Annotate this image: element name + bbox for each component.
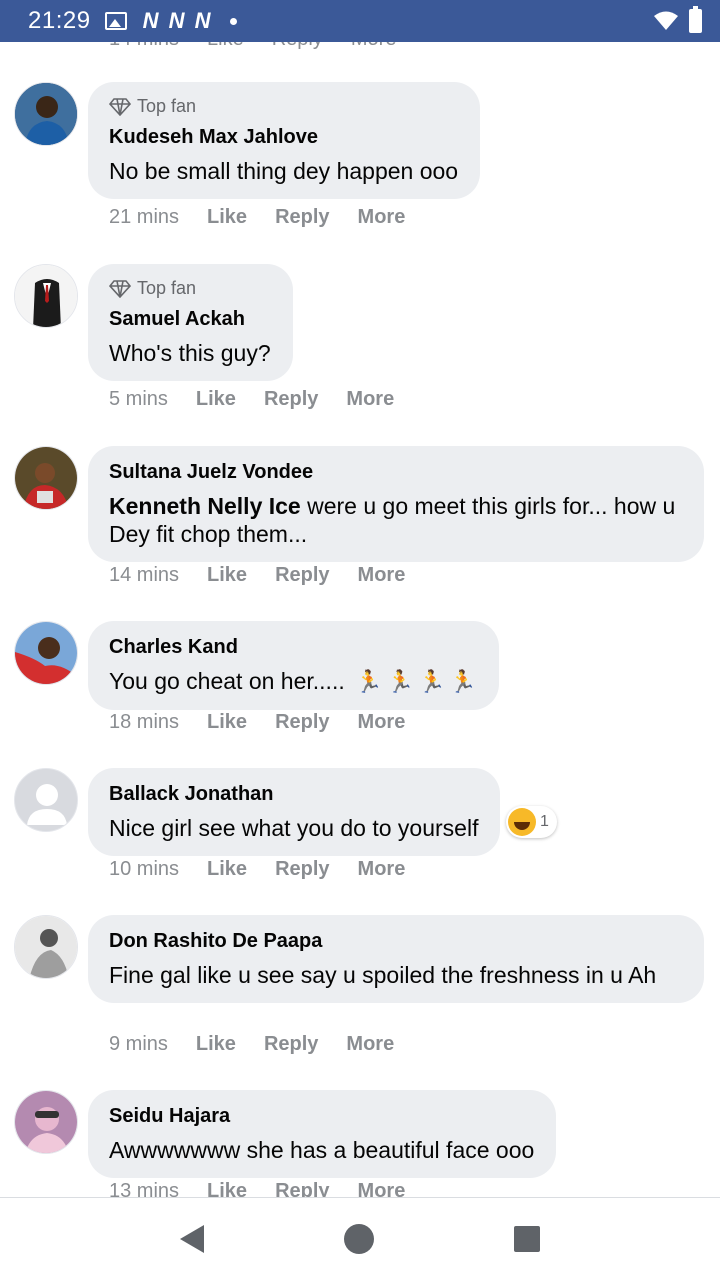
back-icon[interactable] [180, 1225, 204, 1253]
recent-apps-icon[interactable] [514, 1226, 540, 1252]
comment-time: 14 mins [109, 564, 180, 586]
app-notification-icon: N N N [142, 8, 213, 33]
avatar[interactable] [14, 768, 78, 832]
reaction-count: 1 [540, 813, 549, 830]
status-bar: 21:29 N N N [0, 0, 720, 42]
comment-actions: 9 mins Like Reply More [109, 1033, 394, 1056]
battery-icon [689, 6, 702, 33]
avatar[interactable] [14, 1090, 78, 1154]
like-button[interactable]: Like [196, 388, 236, 411]
comment-bubble[interactable]: Don Rashito De Paapa Fine gal like u see… [88, 915, 704, 1003]
diamond-icon [109, 97, 131, 116]
running-emoji-icon: 🏃 [355, 669, 383, 694]
comment-actions: 5 mins Like Reply More [109, 388, 394, 411]
comment-author[interactable]: Sultana Juelz Vondee [109, 460, 682, 484]
like-button[interactable]: Like [207, 42, 244, 51]
diamond-icon [109, 279, 131, 298]
reaction-summary[interactable]: 1 [506, 806, 557, 838]
like-button[interactable]: Like [207, 711, 247, 734]
comment-actions: 13 mins Like Reply More [109, 1180, 405, 1197]
comment-time: 5 mins [109, 388, 168, 410]
comment-bubble[interactable]: Seidu Hajara Awwwwwww she has a beautifu… [88, 1090, 557, 1178]
like-button[interactable]: Like [207, 564, 247, 587]
comment-actions: 18 mins Like Reply More [109, 711, 405, 734]
default-profile-icon [15, 769, 77, 831]
reply-button[interactable]: Reply [275, 1180, 329, 1197]
running-emoji-icon: 🏃 [386, 669, 414, 694]
reply-button[interactable]: Reply [264, 1033, 318, 1056]
comment-time: 9 mins [109, 1033, 168, 1055]
comment-time: 13 mins [109, 1180, 180, 1197]
comment-author[interactable]: Seidu Hajara [109, 1104, 534, 1128]
avatar[interactable] [14, 82, 78, 146]
comment-text: You go cheat on her..... 🏃 🏃 🏃 🏃 [109, 667, 477, 696]
comment-time: 10 mins [109, 858, 180, 880]
running-emoji-icon: 🏃 [417, 669, 446, 694]
top-fan-label: Top fan [137, 278, 197, 298]
comment-bubble[interactable]: Ballack Jonathan Nice girl see what you … [88, 768, 501, 856]
more-button[interactable]: More [358, 564, 406, 587]
comment-actions: 10 mins Like Reply More [109, 858, 405, 881]
more-button[interactable]: More [346, 388, 394, 411]
more-button[interactable]: More [346, 1033, 394, 1056]
top-fan-label: Top fan [137, 96, 197, 116]
haha-reaction-icon [508, 808, 536, 836]
comment-author[interactable]: Samuel Ackah [109, 307, 271, 331]
comment-text-body: You go cheat on her..... [109, 668, 345, 694]
like-button[interactable]: Like [207, 206, 247, 229]
navigation-bar [0, 1197, 720, 1280]
comment-text: Kenneth Nelly Ice were u go meet this gi… [109, 492, 682, 548]
like-button[interactable]: Like [207, 1180, 247, 1197]
more-button[interactable]: More [351, 42, 397, 51]
comment-time: 14 mins [109, 42, 179, 51]
comment-bubble[interactable]: Top fan Samuel Ackah Who's this guy? [88, 264, 293, 381]
comment-author[interactable]: Charles Kand [109, 635, 477, 659]
running-emoji-icon: 🏃 [449, 669, 477, 694]
comment-text: Who's this guy? [109, 340, 271, 366]
comment-author[interactable]: Don Rashito De Paapa [109, 929, 682, 953]
reply-button[interactable]: Reply [275, 564, 329, 587]
notification-icons: N N N [104, 8, 238, 34]
avatar[interactable] [14, 915, 78, 979]
like-button[interactable]: Like [196, 1033, 236, 1056]
home-icon[interactable] [344, 1224, 374, 1254]
reply-button[interactable]: Reply [275, 711, 329, 734]
comment-text: Nice girl see what you do to yourself [109, 815, 479, 841]
comment-bubble[interactable]: Sultana Juelz Vondee Kenneth Nelly Ice w… [88, 446, 704, 562]
wifi-icon [654, 11, 678, 30]
comment-time: 18 mins [109, 711, 180, 733]
comment-actions: 21 mins Like Reply More [109, 206, 405, 229]
more-notifications-dot-icon [230, 17, 238, 25]
comment-text: Fine gal like u see say u spoiled the fr… [109, 962, 657, 988]
top-fan-badge: Top fan [109, 278, 271, 299]
reply-button[interactable]: Reply [264, 388, 318, 411]
top-fan-badge: Top fan [109, 96, 458, 117]
comment-author[interactable]: Kudeseh Max Jahlove [109, 125, 458, 149]
comment-bubble[interactable]: Charles Kand You go cheat on her..... 🏃 🏃… [88, 621, 499, 710]
system-icons [653, 6, 702, 33]
comment-time: 21 mins [109, 206, 180, 228]
more-button[interactable]: More [358, 206, 406, 229]
more-button[interactable]: More [358, 711, 406, 734]
comment-actions: 14 mins Like Reply More [109, 564, 405, 587]
comment-bubble[interactable]: Top fan Kudeseh Max Jahlove No be small … [88, 82, 481, 199]
comment-text: Awwwwwww she has a beautiful face ooo [109, 1137, 535, 1163]
status-time: 21:29 [28, 7, 91, 34]
comment-text: No be small thing dey happen ooo [109, 158, 459, 184]
avatar[interactable] [14, 621, 78, 685]
reply-button[interactable]: Reply [272, 42, 323, 51]
comments-feed[interactable]: 14 mins Like Reply More Top fan Kudeseh … [0, 42, 720, 1197]
more-button[interactable]: More [358, 858, 406, 881]
avatar[interactable] [14, 446, 78, 510]
avatar[interactable] [14, 264, 78, 328]
like-button[interactable]: Like [207, 858, 247, 881]
reply-button[interactable]: Reply [275, 206, 329, 229]
mentioned-user[interactable]: Kenneth Nelly Ice [109, 493, 301, 519]
image-notification-icon [104, 12, 127, 30]
previous-comment-actions: 14 mins Like Reply More [109, 42, 396, 51]
reply-button[interactable]: Reply [275, 858, 329, 881]
comment-author[interactable]: Ballack Jonathan [109, 782, 478, 806]
more-button[interactable]: More [358, 1180, 406, 1197]
